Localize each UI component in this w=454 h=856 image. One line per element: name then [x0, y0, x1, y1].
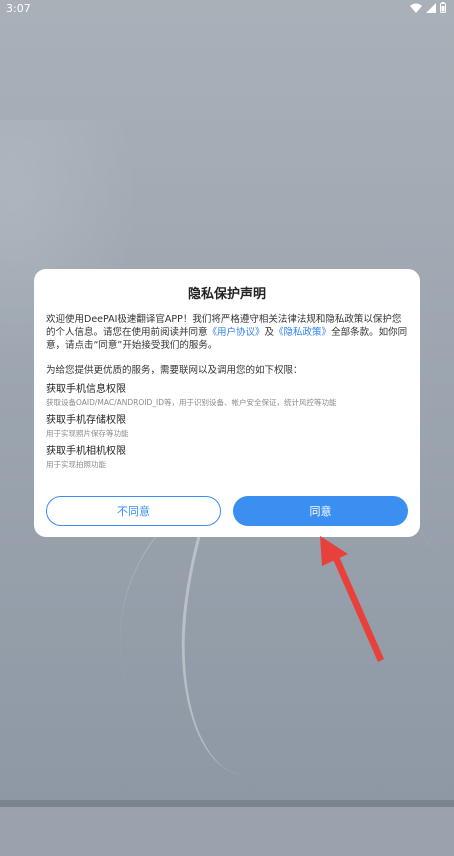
- permission-item-storage: 获取手机存储权限 用于实现照片保存等功能: [46, 414, 408, 439]
- user-agreement-link[interactable]: 《用户协议》: [208, 327, 265, 338]
- permission-desc: 用于实现照片保存等功能: [46, 429, 129, 438]
- and-text: 及: [264, 327, 275, 338]
- permission-item-phone-info: 获取手机信息权限 获取设备OAID/MAC/ANDROID_ID等，用于识别设备…: [46, 383, 408, 408]
- status-bar: 3:07: [0, 0, 454, 18]
- dialog-title: 隐私保护声明: [187, 287, 266, 302]
- permission-item-camera: 获取手机相机权限 用于实现拍照功能: [46, 445, 408, 470]
- disagree-button[interactable]: 不同意: [46, 496, 221, 526]
- permission-desc: 获取设备OAID/MAC/ANDROID_ID等，用于识别设备、帐户安全保证，统…: [46, 398, 337, 407]
- privacy-policy-link[interactable]: 《隐私政策》: [274, 327, 331, 338]
- dialog-body: 欢迎使用DeePAI极速翻译官APP！我们将严格遵守相关法律法规和隐私政策以保护…: [46, 313, 408, 470]
- privacy-dialog: 隐私保护声明 欢迎使用DeePAI极速翻译官APP！我们将严格遵守相关法律法规和…: [34, 269, 420, 537]
- battery-icon: [440, 2, 446, 13]
- status-icons: [410, 2, 446, 13]
- permissions-intro: 为给您提供更优质的服务，需要联网以及调用您的如下权限：: [46, 365, 303, 376]
- intro-paragraph: 欢迎使用DeePAI极速翻译官APP！我们将严格遵守相关法律法规和隐私政策以保护…: [46, 313, 408, 352]
- wifi-icon: [410, 3, 422, 13]
- permission-title: 获取手机存储权限: [46, 415, 126, 426]
- permission-title: 获取手机相机权限: [46, 446, 126, 457]
- permission-title: 获取手机信息权限: [46, 384, 126, 395]
- signal-icon: [426, 2, 436, 13]
- status-time: 3:07: [6, 2, 31, 15]
- agree-button[interactable]: 同意: [233, 496, 408, 526]
- permission-desc: 用于实现拍照功能: [46, 460, 106, 469]
- navigation-bar: [0, 800, 454, 807]
